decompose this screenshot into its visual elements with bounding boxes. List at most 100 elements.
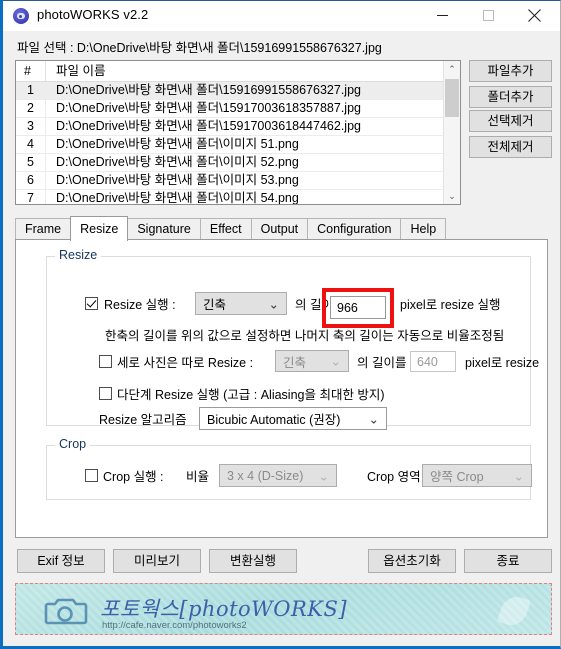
crop-area-label: Crop 영역 (367, 470, 421, 484)
resize-hint-label: 한축의 길이를 위의 값으로 설정하면 나머지 축의 길이는 자동으로 비율조정… (105, 329, 505, 343)
crop-area-select[interactable]: 양쪽 Crop ⌄ (422, 464, 532, 487)
chevron-down-icon: ⌄ (330, 354, 341, 369)
file-list-body: 1 D:\OneDrive\바탕 화면\새 폴더\159169915586763… (16, 82, 460, 205)
tab-frame[interactable]: Frame (15, 218, 72, 240)
row-filename: D:\OneDrive\바탕 화면\새 폴더\15917003618447462… (56, 119, 361, 133)
tab-output[interactable]: Output (250, 218, 309, 240)
close-icon (527, 9, 541, 22)
row-filename: D:\OneDrive\바탕 화면\새 폴더\이미지 54.png (56, 191, 299, 205)
promo-banner[interactable]: 포토웍스[photoWORKS] http://cafe.naver.com/p… (15, 583, 552, 635)
multistep-resize-label: 다단계 Resize 실행 (고급 : Aliasing을 최대한 방지) (117, 388, 385, 402)
resize-group-box: Resize Resize 실행 : 긴축 ⌄ 의 길이를 966 pixel로… (46, 249, 539, 430)
banner-url[interactable]: http://cafe.naver.com/photoworks2 (102, 620, 247, 631)
row-index: 3 (16, 118, 46, 135)
tab-panel-resize: Resize Resize 실행 : 긴축 ⌄ 의 길이를 966 pixel로… (15, 239, 548, 538)
row-filename: D:\OneDrive\바탕 화면\새 폴더\15916991558676327… (56, 83, 361, 97)
add-file-button[interactable]: 파일추가 (469, 60, 552, 82)
column-header-filename: 파일 이름 (56, 64, 106, 78)
close-button[interactable] (511, 1, 557, 30)
crop-group-box: Crop Crop 실행 : 비율 3 x 4 (D-Size) ⌄ Crop … (46, 438, 532, 500)
crop-area-value: 양쪽 Crop (430, 470, 484, 484)
minimize-icon (436, 15, 448, 16)
vertical-axis-select[interactable]: 긴축 ⌄ (275, 350, 349, 372)
vertical-resize-checkbox[interactable] (99, 355, 112, 368)
file-list[interactable]: # 파일 이름 1 D:\OneDrive\바탕 화면\새 폴더\1591699… (15, 60, 461, 205)
resize-pixel-highlight (322, 288, 394, 328)
resize-suffix-label: pixel로 resize 실행 (400, 298, 501, 312)
maximize-icon (482, 10, 494, 21)
exit-button[interactable]: 종료 (464, 549, 552, 573)
chevron-down-icon: ⌄ (513, 469, 524, 483)
chevron-down-icon: ⌄ (268, 297, 279, 311)
remove-selected-button[interactable]: 선택제거 (469, 110, 552, 132)
row-filename: D:\OneDrive\바탕 화면\새 폴더\이미지 52.png (56, 155, 299, 169)
resize-group-title: Resize (55, 249, 102, 262)
row-filename: D:\OneDrive\바탕 화면\새 폴더\이미지 51.png (56, 137, 299, 151)
column-header-index: # (16, 61, 46, 81)
tab-effect[interactable]: Effect (199, 218, 252, 240)
scrollbar-thumb[interactable] (445, 79, 459, 117)
table-row[interactable]: 4 D:\OneDrive\바탕 화면\새 폴더\이미지 51.png (16, 136, 460, 154)
preview-button[interactable]: 미리보기 (113, 549, 201, 573)
exif-info-button[interactable]: Exif 정보 (17, 549, 105, 573)
banner-title: 포토웍스[photoWORKS] (100, 597, 348, 621)
tab-signature[interactable]: Signature (127, 218, 201, 240)
tab-help[interactable]: Help (400, 218, 447, 240)
app-icon (13, 8, 29, 24)
chevron-down-icon: ⌄ (368, 412, 379, 426)
vertical-pixel-input[interactable]: 640 (410, 351, 456, 372)
add-folder-button[interactable]: 폴더추가 (469, 86, 552, 108)
convert-button[interactable]: 변환실행 (209, 549, 297, 573)
row-filename: D:\OneDrive\바탕 화면\새 폴더\이미지 53.png (56, 173, 299, 187)
chevron-down-icon: ⌄ (318, 469, 329, 483)
resize-algorithm-select[interactable]: Bicubic Automatic (권장) ⌄ (199, 407, 387, 430)
vertical-resize-label: 세로 사진은 따로 Resize : (117, 356, 254, 370)
tab-resize[interactable]: Resize (70, 216, 129, 241)
crop-enable-checkbox[interactable] (85, 469, 98, 482)
vertical-suffix-label: pixel로 resize (465, 356, 540, 370)
app-window: photoWORKS v2.2 파일 선택 : D:\OneDrive\바탕 화… (0, 0, 561, 649)
vertical-axis-value: 긴축 (283, 355, 307, 370)
row-index: 4 (16, 136, 46, 153)
resize-enable-checkbox[interactable] (85, 297, 98, 310)
resize-algorithm-value: Bicubic Automatic (권장) (207, 413, 341, 427)
file-list-header: # 파일 이름 (16, 61, 460, 82)
camera-icon (44, 598, 88, 625)
row-index: 5 (16, 154, 46, 171)
table-row[interactable]: 3 D:\OneDrive\바탕 화면\새 폴더\159170036184474… (16, 118, 460, 136)
crop-ratio-select[interactable]: 3 x 4 (D-Size) ⌄ (219, 464, 337, 487)
remove-all-button[interactable]: 전체제거 (469, 136, 552, 158)
table-row[interactable]: 1 D:\OneDrive\바탕 화면\새 폴더\159169915586763… (16, 82, 460, 100)
table-row[interactable]: 6 D:\OneDrive\바탕 화면\새 폴더\이미지 53.png (16, 172, 460, 190)
scroll-up-icon[interactable]: ⌃ (444, 61, 460, 77)
row-index: 1 (16, 82, 46, 99)
crop-enable-label: Crop 실행 : (103, 470, 164, 484)
crop-ratio-label: 비율 (186, 470, 210, 484)
vertical-length-label: 의 길이를 (357, 356, 407, 370)
title-bar: photoWORKS v2.2 (3, 1, 560, 31)
selected-file-path-label: 파일 선택 : D:\OneDrive\바탕 화면\새 폴더\159169915… (17, 41, 382, 55)
resize-axis-select[interactable]: 긴축 ⌄ (195, 292, 287, 315)
scroll-down-icon[interactable]: ⌄ (444, 188, 460, 204)
table-row[interactable]: 2 D:\OneDrive\바탕 화면\새 폴더\159170036183578… (16, 100, 460, 118)
resize-axis-value: 긴축 (203, 298, 227, 312)
multistep-resize-checkbox[interactable] (99, 387, 112, 400)
table-row[interactable]: 5 D:\OneDrive\바탕 화면\새 폴더\이미지 52.png (16, 154, 460, 172)
table-row[interactable]: 7 D:\OneDrive\바탕 화면\새 폴더\이미지 54.png (16, 190, 460, 205)
minimize-button[interactable] (419, 1, 465, 30)
tab-strip: Frame Resize Signature Effect Output Con… (15, 216, 548, 241)
resize-enable-label: Resize 실행 : (104, 298, 176, 312)
resize-algorithm-label: Resize 알고리즘 (99, 413, 187, 427)
tab-configuration[interactable]: Configuration (307, 218, 402, 240)
row-index: 6 (16, 172, 46, 189)
crop-group-title: Crop (55, 438, 91, 451)
leaf-decoration-icon (497, 592, 531, 630)
row-filename: D:\OneDrive\바탕 화면\새 폴더\15917003618357887… (56, 101, 361, 115)
crop-ratio-value: 3 x 4 (D-Size) (227, 468, 304, 483)
row-index: 2 (16, 100, 46, 117)
reset-options-button[interactable]: 옵션초기화 (368, 549, 456, 573)
maximize-button[interactable] (465, 1, 511, 30)
file-list-scrollbar[interactable]: ⌃ ⌄ (443, 61, 460, 204)
row-index: 7 (16, 190, 46, 204)
app-title: photoWORKS v2.2 (37, 7, 149, 22)
